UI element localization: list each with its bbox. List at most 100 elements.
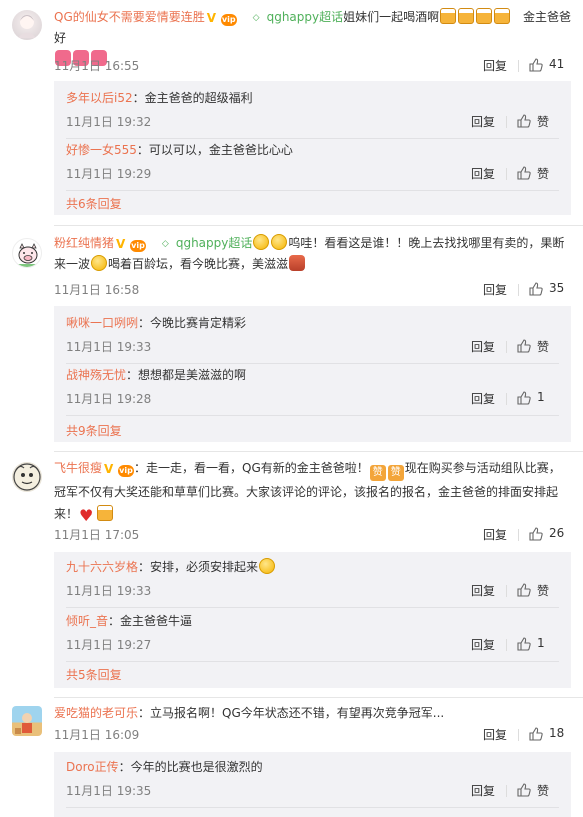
comment-item: 飞牛很瘦 Vvip：走一走，看一看，QG有新的金主爸爸啦！赞赞现在购买参与活动组队… — [0, 452, 583, 698]
divider — [66, 807, 559, 808]
reply-button[interactable]: 回复 — [483, 57, 507, 74]
reply-text: ：金主爸爸的超级福利 — [132, 91, 253, 105]
verified-v-icon: V — [206, 11, 217, 25]
member-level-icon: vip — [118, 465, 135, 477]
thumbs-up-icon — [517, 637, 531, 651]
reply-username[interactable]: Doro正传 — [66, 760, 119, 774]
reply-username[interactable]: 啾咪一口咧咧 — [66, 316, 138, 330]
like-label: 赞 — [537, 340, 550, 354]
topic-link[interactable]: qghappy超话 — [176, 236, 253, 250]
divider — [518, 60, 519, 72]
reply-text: ：今晚比赛肯定精彩 — [138, 316, 247, 330]
like-button[interactable]: 1 — [511, 636, 559, 654]
view-more-replies-link[interactable]: 共9条回复 — [66, 422, 122, 439]
reply-button[interactable]: 回复 — [471, 782, 495, 799]
reply-button[interactable]: 回复 — [471, 390, 495, 407]
divider — [506, 116, 507, 128]
thumbs-up-icon — [517, 783, 531, 797]
like-label: 赞 — [537, 115, 550, 129]
like-count: 35 — [549, 281, 565, 295]
like-button[interactable]: 赞 — [511, 782, 559, 800]
comment-meta: 11月1日 16:09 回复 18 — [54, 726, 571, 744]
like-button[interactable]: 41 — [523, 57, 571, 75]
reply-item: Doro正传：今年的比赛也是很激烈的 11月1日 19:35 回复 赞 — [66, 758, 571, 808]
reply-button[interactable]: 回复 — [483, 726, 507, 743]
hotpot-emoji-icon — [289, 255, 306, 271]
thumbs-up-icon — [517, 339, 531, 353]
red-heart-emoji-icon: ♥ — [79, 506, 94, 525]
comment-body-line2a: 来一波 — [54, 257, 91, 271]
like-button[interactable]: 26 — [523, 526, 571, 544]
reply-username[interactable]: 多年以后i52 — [66, 91, 133, 105]
view-more-replies-link[interactable]: 共6条回复 — [66, 195, 122, 212]
topic-link[interactable]: qghappy超话 — [267, 10, 344, 24]
comment-body-line2: 冠军不仅有大奖还能和草草们比赛。大家该评论的评论，该报名的报名，金主爸爸的排面安… — [54, 485, 559, 499]
reply-username[interactable]: 战神殇无忧 — [66, 368, 126, 382]
avatar[interactable] — [12, 706, 42, 736]
reply-button[interactable]: 回复 — [471, 582, 495, 599]
zan-emoji-icon: 赞 — [387, 465, 404, 481]
reply-button[interactable]: 回复 — [471, 338, 495, 355]
reply-button[interactable]: 回复 — [483, 281, 507, 298]
avatar[interactable] — [12, 238, 42, 268]
like-count: 1 — [537, 390, 545, 404]
reply-panel: Doro正传：今年的比赛也是很激烈的 11月1日 19:35 回复 赞 — [54, 752, 571, 817]
beer-emoji-icon — [494, 8, 511, 24]
like-label: 赞 — [537, 167, 550, 181]
comment-username[interactable]: QG的仙女不需要爱情要连胜 — [54, 10, 205, 24]
reply-text: ：可以可以，金主爸爸比心心 — [136, 143, 293, 157]
avatar[interactable] — [12, 462, 42, 492]
like-button[interactable]: 赞 — [511, 113, 559, 131]
reply-item: 多年以后i52：金主爸爸的超级福利 11月1日 19:32 回复 赞 — [66, 89, 571, 139]
divider — [518, 729, 519, 741]
reply-time: 11月1日 19:29 — [66, 167, 152, 181]
comment-time: 11月1日 16:09 — [54, 728, 140, 742]
reply-text: ：今年的比赛也是很激烈的 — [118, 760, 263, 774]
reply-button[interactable]: 回复 — [471, 165, 495, 182]
reply-panel: 九十六六岁格：安排，必须安排起来 11月1日 19:33 回复 赞 倾听_音：金… — [54, 552, 571, 688]
reply-button[interactable]: 回复 — [471, 113, 495, 130]
divider — [66, 661, 559, 662]
grin-emoji-icon — [253, 234, 270, 250]
member-level-icon: vip — [130, 240, 147, 252]
like-button[interactable]: 赞 — [511, 165, 559, 183]
reply-text: ：金主爸爸牛逼 — [108, 614, 193, 628]
like-button[interactable]: 1 — [511, 390, 559, 408]
comment-time: 11月1日 17:05 — [54, 528, 140, 542]
divider — [506, 341, 507, 353]
wink-emoji-icon — [259, 558, 276, 574]
reply-button[interactable]: 回复 — [471, 636, 495, 653]
reply-username[interactable]: 九十六六岁格 — [66, 560, 138, 574]
comment-item: 爱吃猫的老可乐：立马报名啊！QG今年状态还不错，有望再次竞争冠军... 11月1… — [0, 698, 583, 817]
comment-username[interactable]: 爱吃猫的老可乐 — [54, 706, 138, 720]
comment-username[interactable]: 飞牛很瘦 — [54, 461, 102, 475]
comment-text: 粉红纯情猪 Vvip ◇ qghappy超话 呜哇！看看这是谁！！晚上去找找哪里有卖的… — [54, 233, 571, 275]
view-more-replies-link[interactable]: 共5条回复 — [66, 666, 122, 683]
grin-emoji-icon — [271, 234, 288, 250]
like-button[interactable]: 赞 — [511, 338, 559, 356]
reply-button[interactable]: 回复 — [483, 526, 507, 543]
comment-list: QG的仙女不需要爱情要连胜 Vvip ◇ qghappy超话姐妹们一起喝酒啊 金主爸… — [0, 0, 583, 817]
comment-text: 爱吃猫的老可乐：立马报名啊！QG今年状态还不错，有望再次竞争冠军... — [54, 703, 571, 724]
doge-emoji-icon — [91, 255, 108, 271]
like-count: 26 — [549, 526, 565, 540]
like-button[interactable]: 35 — [523, 281, 571, 299]
beer-emoji-icon — [476, 8, 493, 24]
reply-item: 战神殇无忧：想想都是美滋滋的啊 11月1日 19:28 回复 1 — [66, 366, 571, 416]
reply-username[interactable]: 倾听_音 — [66, 614, 108, 628]
comment-time: 11月1日 16:58 — [54, 283, 140, 297]
like-count: 41 — [549, 57, 565, 71]
verified-v-icon: V — [116, 237, 126, 251]
reply-item: 倾听_音：金主爸爸牛逼 11月1日 19:27 回复 1 — [66, 612, 571, 662]
reply-time: 11月1日 19:35 — [66, 784, 152, 798]
avatar[interactable] — [12, 10, 42, 40]
like-button[interactable]: 18 — [523, 726, 571, 744]
like-button[interactable]: 赞 — [511, 582, 559, 600]
thumbs-up-icon — [529, 727, 543, 741]
reply-username[interactable]: 好惨一女555 — [66, 143, 137, 157]
comment-username[interactable]: 粉红纯情猪 — [54, 236, 114, 250]
comment-item: QG的仙女不需要爱情要连胜 Vvip ◇ qghappy超话姐妹们一起喝酒啊 金主爸… — [0, 0, 583, 226]
reply-panel: 多年以后i52：金主爸爸的超级福利 11月1日 19:32 回复 赞 好惨一女5… — [54, 81, 571, 215]
reply-item: 好惨一女555：可以可以，金主爸爸比心心 11月1日 19:29 回复 赞 — [66, 141, 571, 191]
divider — [518, 284, 519, 296]
